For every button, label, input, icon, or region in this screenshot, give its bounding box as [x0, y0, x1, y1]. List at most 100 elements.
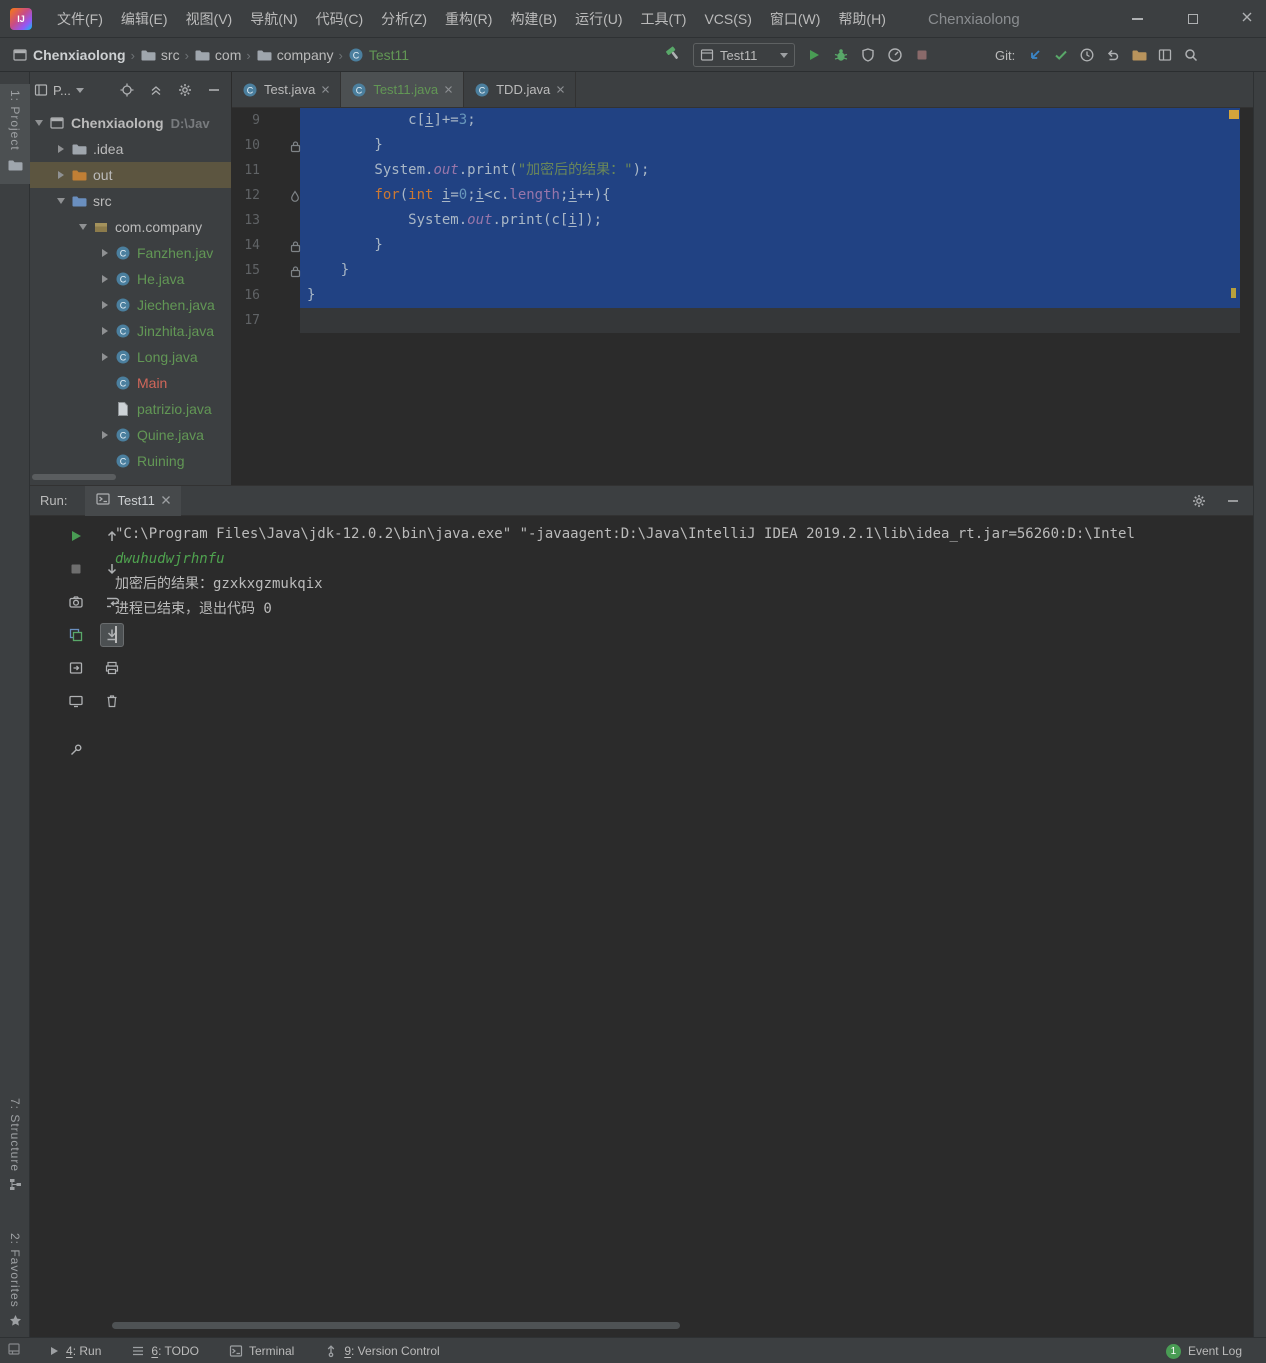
console-output[interactable]: "C:\Program Files\Java\jdk-12.0.2\bin\ja… [110, 522, 1249, 1317]
statusbar-item-9[interactable]: 9: Version Control [324, 1344, 440, 1358]
event-log-button[interactable]: 1 Event Log [1165, 1338, 1242, 1363]
history-icon[interactable] [1079, 47, 1095, 63]
editor-tab-test11-java[interactable]: C Test11.java [341, 72, 465, 107]
code-line-17[interactable]: 17 [232, 308, 1253, 333]
expand-arrow-icon[interactable] [101, 353, 109, 361]
profiler-icon[interactable] [887, 47, 903, 63]
minimize-button[interactable] [1120, 0, 1154, 38]
code-line-13[interactable]: 13 System.out.print(c[i]); [232, 208, 1253, 233]
menu-item[interactable]: 文件(F) [48, 0, 112, 38]
diff-folder-icon[interactable] [1131, 47, 1147, 63]
tree-item-out[interactable]: out [30, 162, 231, 188]
tree-item-jiechen-java[interactable]: C Jiechen.java [30, 292, 231, 318]
tool-button-structure[interactable]: 7: Structure [0, 1092, 30, 1202]
tree-item-he-java[interactable]: C He.java [30, 266, 231, 292]
run-config-selector[interactable]: Test11 [693, 43, 795, 67]
menu-item[interactable]: 重构(R) [436, 0, 501, 38]
settings-icon[interactable] [177, 82, 193, 98]
line-number[interactable]: 11 [234, 158, 260, 183]
statusbar-item-6[interactable]: 6: TODO [131, 1344, 199, 1358]
commit-icon[interactable] [1053, 47, 1069, 63]
expand-arrow-icon[interactable] [101, 301, 109, 309]
tab-close-icon[interactable] [556, 82, 565, 97]
tree-item-src[interactable]: src [30, 188, 231, 214]
line-number[interactable]: 12 [234, 183, 260, 208]
expand-arrow-icon[interactable] [101, 431, 109, 439]
menu-item[interactable]: 运行(U) [566, 0, 631, 38]
code-editor[interactable]: 9 c[i]+=3; 10 } 11 System.out.print("加密后的结… [232, 108, 1253, 485]
tab-close-icon[interactable] [444, 82, 453, 97]
layout-icon[interactable] [1157, 47, 1173, 63]
line-number[interactable]: 15 [234, 258, 260, 283]
search-icon[interactable] [1183, 47, 1199, 63]
collapse-arrow-icon[interactable] [35, 120, 43, 126]
expand-arrow-icon[interactable] [57, 171, 65, 179]
button-stop-gray-icon[interactable] [64, 557, 88, 581]
project-view-label[interactable]: P... [53, 83, 71, 98]
menu-item[interactable]: 编辑(E) [112, 0, 177, 38]
button-camera-icon[interactable] [64, 590, 88, 614]
editor-tab-test-java[interactable]: C Test.java [232, 72, 342, 107]
breadcrumb-item-company[interactable]: company [256, 47, 334, 63]
project-tree-hscrollbar[interactable] [32, 474, 116, 480]
close-button[interactable] [1230, 0, 1264, 38]
breadcrumb-item-test11[interactable]: C Test11 [348, 47, 409, 63]
tool-button-favorites[interactable]: 2: Favorites [0, 1227, 30, 1338]
statusbar-item-4[interactable]: 4: Run [48, 1344, 101, 1358]
menu-item[interactable]: 导航(N) [241, 0, 306, 38]
tool-button-project[interactable]: 1: Project [0, 84, 30, 184]
hide-icon[interactable] [1225, 493, 1241, 509]
rollback-icon[interactable] [1105, 47, 1121, 63]
run-tab-test11[interactable]: Test11 [85, 485, 181, 516]
menu-item[interactable]: 代码(C) [307, 0, 372, 38]
code-line-16[interactable]: 16} [232, 283, 1253, 308]
menu-item[interactable]: 视图(V) [177, 0, 242, 38]
button-import-icon[interactable] [64, 656, 88, 680]
tab-close-icon[interactable] [161, 493, 171, 508]
expand-arrow-icon[interactable] [101, 327, 109, 335]
run-icon[interactable] [806, 47, 822, 63]
expand-arrow-icon[interactable] [101, 249, 109, 257]
tree-item--idea[interactable]: .idea [30, 136, 231, 162]
menu-item[interactable]: 构建(B) [501, 0, 566, 38]
tree-item-long-java[interactable]: C Long.java [30, 344, 231, 370]
tree-item-fanzhen-jav[interactable]: C Fanzhen.jav [30, 240, 231, 266]
code-line-12[interactable]: 12 for(int i=0;i<c.length;i++){ [232, 183, 1253, 208]
button-dump-threads-icon[interactable] [64, 623, 88, 647]
build-hammer-icon[interactable] [664, 44, 682, 62]
console-hscrollbar[interactable] [112, 1322, 680, 1329]
menu-item[interactable]: 窗口(W) [761, 0, 830, 38]
tree-item-main[interactable]: C Main [30, 370, 231, 396]
expand-arrow-icon[interactable] [101, 275, 109, 283]
line-number[interactable]: 13 [234, 208, 260, 233]
breadcrumb-item-chenxiaolong[interactable]: Chenxiaolong [12, 47, 126, 63]
code-line-14[interactable]: 14 } [232, 233, 1253, 258]
debug-icon[interactable] [833, 47, 849, 63]
coverage-icon[interactable] [860, 47, 876, 63]
tree-item-jinzhita-java[interactable]: C Jinzhita.java [30, 318, 231, 344]
breadcrumb-item-com[interactable]: com [194, 47, 241, 63]
code-line-9[interactable]: 9 c[i]+=3; [232, 108, 1253, 133]
tree-item-ruining[interactable]: C Ruining [30, 448, 231, 474]
collapse-arrow-icon[interactable] [79, 224, 87, 230]
menu-item[interactable]: 帮助(H) [829, 0, 894, 38]
tree-item-quine-java[interactable]: C Quine.java [30, 422, 231, 448]
code-line-15[interactable]: 15 } [232, 258, 1253, 283]
code-line-10[interactable]: 10 } [232, 133, 1253, 158]
button-pin-icon[interactable] [64, 738, 88, 762]
tree-item-chenxiaolong[interactable]: Chenxiaolong D:\Jav [30, 110, 231, 136]
locate-icon[interactable] [119, 82, 135, 98]
menu-item[interactable]: 分析(Z) [372, 0, 436, 38]
button-rerun-icon[interactable] [64, 524, 88, 548]
settings-icon[interactable] [1191, 493, 1207, 509]
expand-arrow-icon[interactable] [57, 145, 65, 153]
line-number[interactable]: 17 [234, 308, 260, 333]
menu-item[interactable]: VCS(S) [695, 0, 760, 38]
breadcrumb-item-src[interactable]: src [140, 47, 180, 63]
maximize-button[interactable] [1176, 0, 1210, 38]
menu-item[interactable]: 工具(T) [632, 0, 696, 38]
collapse-all-icon[interactable] [148, 82, 164, 98]
tree-item-com-company[interactable]: com.company [30, 214, 231, 240]
code-line-11[interactable]: 11 System.out.print("加密后的结果："); [232, 158, 1253, 183]
toolwindow-switcher-icon[interactable] [8, 1343, 20, 1358]
